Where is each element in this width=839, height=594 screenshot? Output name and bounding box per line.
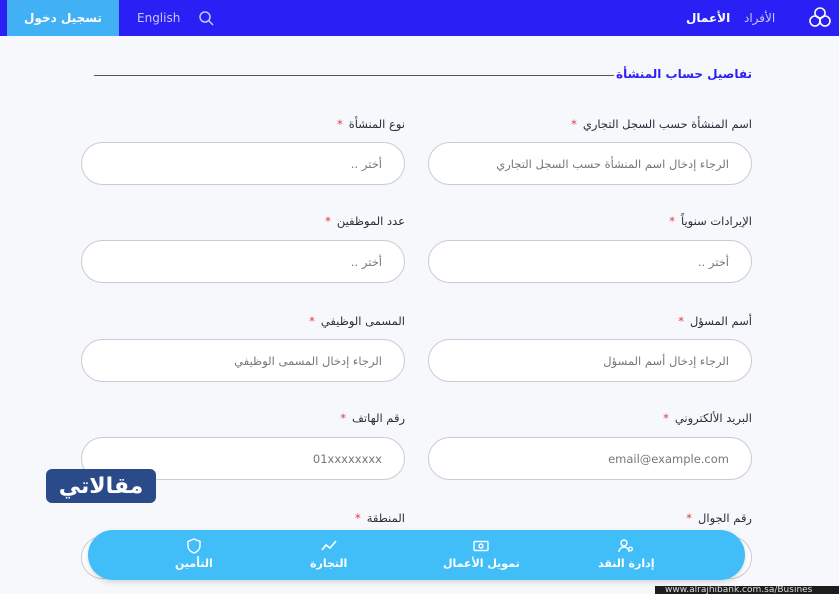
- required-mark: *: [309, 314, 315, 328]
- bottom-nav-financing-label: تمويل الأعمال: [443, 557, 520, 570]
- company-type-select[interactable]: أختر ..: [81, 142, 405, 185]
- bottom-nav-trade[interactable]: التجارة: [310, 538, 347, 570]
- revenue-label: الإيرادات سنوياً*: [669, 214, 752, 228]
- nav-business[interactable]: الأعمال: [686, 11, 730, 25]
- search-icon[interactable]: [198, 10, 214, 26]
- revenue-select[interactable]: أختر ..: [428, 240, 752, 283]
- users-gear-icon: [618, 539, 634, 553]
- section-divider: [94, 75, 614, 76]
- required-mark: *: [678, 314, 684, 328]
- email-input[interactable]: email@example.com: [428, 437, 752, 480]
- section-title: تفاصيل حساب المنشأة: [616, 67, 752, 81]
- required-mark: *: [571, 117, 577, 131]
- email-label: البريد الألكتروني*: [663, 411, 752, 425]
- company-name-input[interactable]: الرجاء إدخال اسم المنشأة حسب السجل التجا…: [428, 142, 752, 185]
- bottom-nav-business-financing[interactable]: تمويل الأعمال: [443, 538, 520, 570]
- employees-select[interactable]: أختر ..: [81, 240, 405, 283]
- trend-line-icon: [321, 540, 337, 551]
- required-mark: *: [669, 214, 675, 228]
- company-name-label: اسم المنشأة حسب السجل التجاري*: [571, 117, 752, 131]
- language-switch-link[interactable]: English: [137, 11, 180, 25]
- mobile-label: رقم الجوال*: [686, 511, 752, 525]
- bottom-nav-insurance[interactable]: التأمين: [175, 538, 213, 570]
- job-title-input[interactable]: الرجاء إدخال المسمى الوظيفي: [81, 339, 405, 382]
- required-mark: *: [340, 411, 347, 425]
- job-title-label: المسمى الوظيفي*: [309, 314, 405, 328]
- company-type-label: نوع المنشأة*: [336, 117, 405, 131]
- status-url-strip: www.alrajhibank.com.sa/Busines: [655, 586, 839, 594]
- bottom-nav-cash-management[interactable]: إدارة النقد: [598, 538, 655, 570]
- officer-name-input[interactable]: الرجاء إدخال أسم المسؤل: [428, 339, 752, 382]
- bottom-nav-insurance-label: التأمين: [175, 557, 213, 570]
- required-mark: *: [686, 511, 693, 525]
- employees-label: عدد الموظفين*: [325, 214, 405, 228]
- region-label: المنطقة*: [355, 511, 405, 525]
- nav-individuals[interactable]: الأفراد: [744, 11, 775, 25]
- required-mark: *: [663, 411, 669, 425]
- money-icon: [473, 540, 490, 552]
- shield-icon: [187, 538, 201, 554]
- top-navigation-bar: تسجيل دخول English الأعمال الأفراد: [0, 0, 839, 36]
- required-mark: *: [355, 511, 361, 525]
- watermark-logo: مقالاتي: [46, 469, 156, 503]
- login-button[interactable]: تسجيل دخول: [7, 0, 119, 36]
- required-mark: *: [325, 214, 331, 228]
- required-mark: *: [336, 117, 343, 131]
- bottom-nav-trade-label: التجارة: [310, 557, 348, 570]
- bank-logo-icon[interactable]: [808, 6, 832, 30]
- bottom-nav-cash-label: إدارة النقد: [598, 557, 655, 570]
- bottom-navigation-bar: إدارة النقد تمويل الأعمال التجارة التأمي…: [88, 530, 745, 580]
- phone-label: رقم الهاتف*: [340, 411, 405, 425]
- officer-name-label: أسم المسؤل*: [678, 314, 752, 328]
